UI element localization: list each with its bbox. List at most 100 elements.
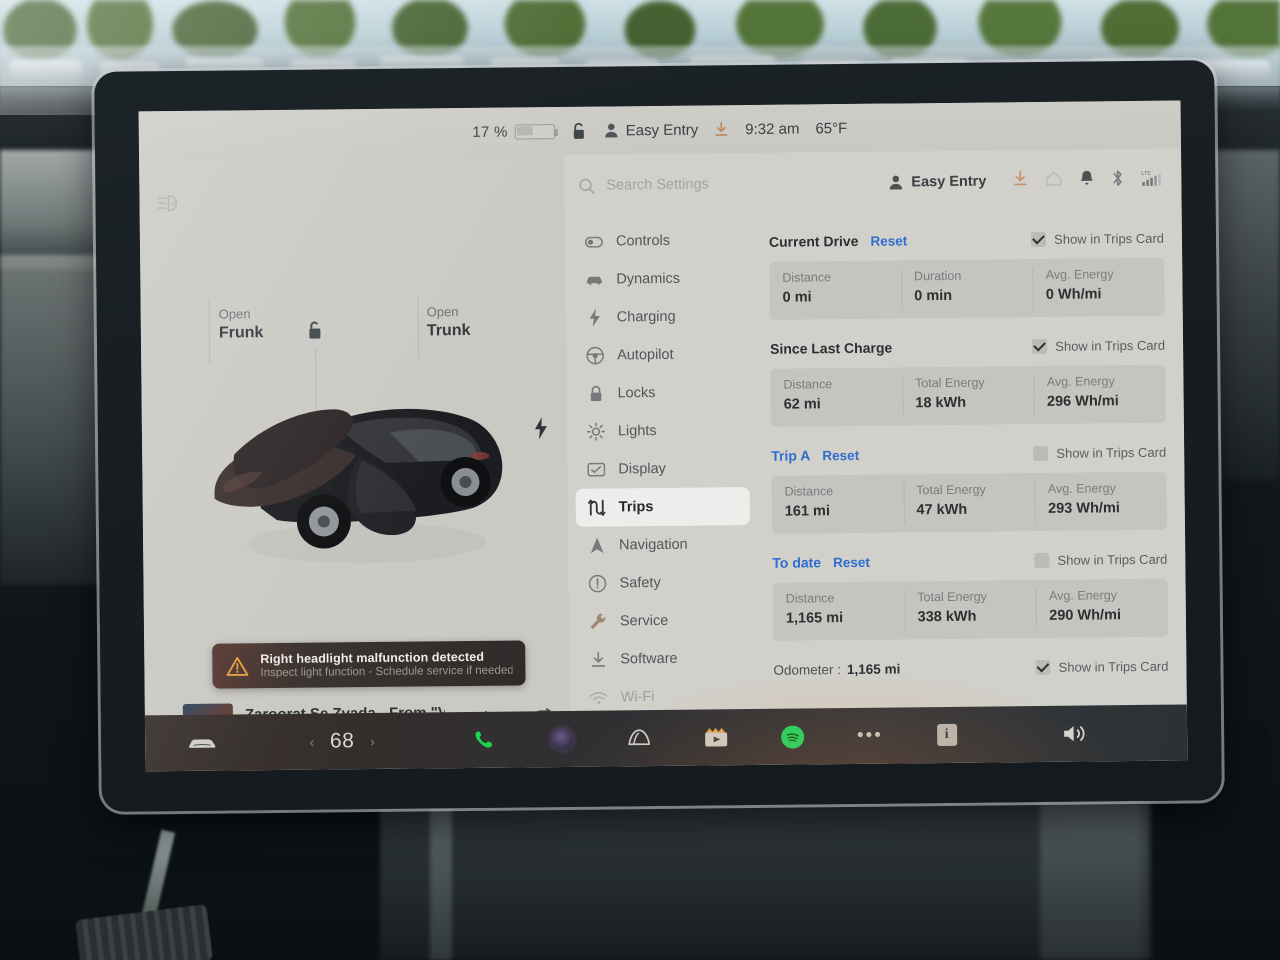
section-title-trip-a[interactable]: Trip A [771,447,810,463]
battery-status[interactable]: 17 % [472,123,555,140]
stat-label: Duration [913,268,962,284]
vehicle-button[interactable] [167,734,237,751]
stat-label: Total Energy [915,375,985,391]
spotify-button[interactable] [754,724,831,749]
stat-value: 0 Wh/mi [1045,286,1102,303]
climate-temperature-value: 68 [329,729,355,753]
bottom-app-bar: ‹ 68 › ••• i [144,704,1188,772]
volume-button[interactable] [985,722,1165,746]
settings-profile-name: Easy Entry [911,173,987,191]
stat-value: 0 mi [782,289,812,306]
vehicle-alert-toast[interactable]: Right headlight malfunction detected Ins… [212,640,526,689]
show-in-trips-card-toggle-since-last-charge[interactable]: Show in Trips Card [1032,337,1165,354]
stats-row-to-date: Distance 1,165 mi Total Energy 338 kWh A… [772,578,1169,641]
sidebar-item-label: Lights [617,423,657,440]
odometer-row: Odometer : 1,165 mi Show in Trips Card [773,651,1168,685]
touchscreen-display[interactable]: 17 % Easy Entry 9:32 am 65°F A Open Frun… [138,100,1188,772]
profile-name: Easy Entry [625,121,699,139]
temp-decrease-button[interactable]: ‹ [310,734,315,749]
sidebar-item-dynamics[interactable]: Dynamics [573,259,747,299]
driver-profile-button[interactable]: Easy Entry [604,121,699,139]
theater-button[interactable] [678,726,755,749]
checkbox [1035,659,1051,675]
download-icon-button[interactable] [1012,170,1028,192]
wiper-button[interactable] [601,728,678,749]
vehicle-3d-image[interactable] [189,355,521,573]
wifi-icon [589,689,608,707]
stat-value: 296 Wh/mi [1046,393,1119,410]
notifications-button[interactable] [1079,169,1094,191]
sidebar-item-label: Service [619,612,669,630]
stat-cell: Distance 1,165 mi [773,581,905,640]
sidebar-item-autopilot[interactable]: Autopilot [574,335,748,375]
cellular-signal-indicator[interactable]: LTE [1141,168,1165,191]
lock-status-button[interactable] [571,121,588,140]
search-settings-input[interactable]: Search Settings [578,174,878,194]
checkbox-label: Show in Trips Card [1057,551,1168,568]
sidebar-item-navigation[interactable]: Navigation [576,525,750,565]
stat-label: Total Energy [917,589,987,605]
dashcam-button[interactable] [524,727,601,751]
reset-current-drive-button[interactable]: Reset [870,233,907,248]
show-in-trips-card-toggle-to-date[interactable]: Show in Trips Card [1034,551,1168,568]
open-frunk-button[interactable]: Open Frunk [219,306,264,344]
sidebar-item-label: Dynamics [616,270,681,288]
sidebar-item-controls[interactable]: Controls [573,221,747,261]
show-in-trips-card-toggle-trip-a[interactable]: Show in Trips Card [1033,444,1166,461]
trunk-action-label: Open [426,304,459,320]
more-apps-button[interactable]: ••• [831,725,908,746]
sidebar-item-charging[interactable]: Charging [574,297,748,337]
phone-button[interactable] [447,727,524,752]
checkbox-label: Show in Trips Card [1054,230,1165,247]
stat-label: Distance [785,591,835,606]
lock-icon [586,385,604,403]
stat-label: Avg. Energy [1048,588,1117,603]
show-in-trips-card-toggle-current-drive[interactable]: Show in Trips Card [1031,230,1165,247]
charge-port-icon[interactable] [534,417,548,440]
sidebar-item-label: Safety [619,574,661,592]
spotify-icon [781,724,805,749]
download-icon [589,651,607,669]
software-download-indicator[interactable] [714,121,729,137]
temp-increase-button[interactable]: › [370,733,375,748]
person-icon [889,175,903,190]
stat-cell: Distance 161 mi [771,474,903,533]
sidebar-item-software[interactable]: Software [577,639,751,679]
open-trunk-button[interactable]: Open Trunk [427,304,471,342]
sidebar-item-trips[interactable]: Trips [575,487,750,527]
frunk-leader-line [208,298,211,365]
frunk-action-label: Open [218,306,251,322]
section-title-to-date[interactable]: To date [772,554,821,571]
volume-icon [1064,726,1085,742]
sidebar-item-lights[interactable]: Lights [575,411,749,451]
search-icon [579,178,595,194]
sidebar-item-label: Autopilot [617,346,674,364]
info-button[interactable]: i [908,723,985,747]
settings-sidebar: Controls Dynamics Charging Autopilot Loc… [565,215,761,767]
sidebar-item-label: Locks [617,385,656,402]
sidebar-item-service[interactable]: Service [577,601,751,641]
stat-label: Distance [782,270,832,285]
trunk-leader-line [417,296,420,363]
console-trim [430,805,452,960]
stat-cell: Total Energy 18 kWh [902,366,1034,425]
reset-trip-a-button[interactable]: Reset [822,447,859,462]
svg-text:A: A [171,200,177,209]
reset-to-date-button[interactable]: Reset [833,554,870,569]
climate-temperature-control[interactable]: ‹ 68 › [237,728,447,754]
wrench-icon [589,613,607,631]
settings-profile-button[interactable]: Easy Entry [888,174,986,191]
unlocked-padlock-icon[interactable] [305,319,327,343]
alert-subtitle: Inspect light function - Schedule servic… [260,664,513,680]
home-icon-button[interactable] [1045,170,1062,191]
odometer-value: 1,165 mi [846,660,901,677]
show-in-trips-card-toggle-odometer[interactable]: Show in Trips Card [1035,658,1169,675]
odometer-label: Odometer : [773,661,842,678]
section-title: Since Last Charge [770,339,893,357]
sidebar-item-display[interactable]: Display [575,449,749,489]
stat-value: 0 min [914,287,953,305]
bluetooth-button[interactable] [1111,169,1124,192]
toggle-icon [585,233,603,251]
sidebar-item-locks[interactable]: Locks [574,373,748,413]
sidebar-item-safety[interactable]: Safety [576,563,750,603]
